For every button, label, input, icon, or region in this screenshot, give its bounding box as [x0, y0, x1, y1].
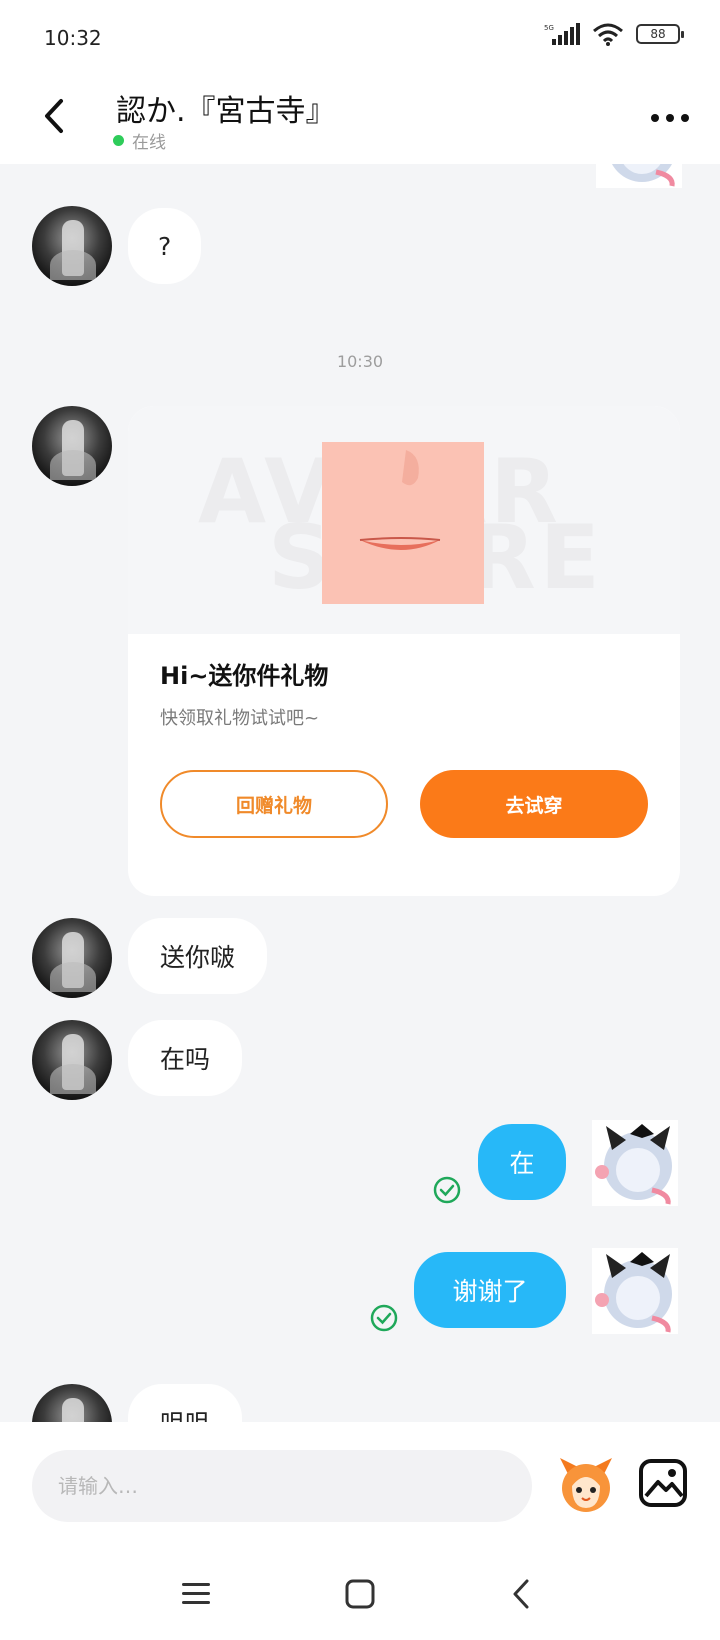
avatar-other[interactable] [32, 206, 112, 286]
battery-icon: 88 [636, 24, 684, 44]
message-bubble[interactable]: 在吗 [128, 1020, 243, 1096]
return-gift-button[interactable]: 回赠礼物 [160, 770, 388, 838]
cat-avatar-icon [595, 1124, 672, 1205]
gift-item-image [322, 442, 484, 604]
avatar-self[interactable] [592, 1248, 678, 1334]
status-time: 10:32 [44, 26, 102, 50]
try-on-button[interactable]: 去试穿 [420, 770, 648, 838]
status-bar: 10:32 5G 88 [0, 0, 720, 72]
more-button[interactable] [644, 98, 696, 138]
more-icon [651, 114, 659, 122]
back-icon [45, 99, 63, 133]
wifi-icon [593, 23, 623, 46]
read-check-icon [370, 1304, 398, 1332]
status-icons: 5G 88 [544, 22, 684, 46]
input-bar [0, 1422, 720, 1548]
cat-avatar-icon [612, 164, 675, 187]
menu-nav-button[interactable] [172, 1570, 220, 1618]
gift-banner: AV AR S RE [128, 406, 680, 634]
image-icon [639, 1459, 687, 1507]
message-bubble-self[interactable]: 谢谢了 [414, 1252, 566, 1328]
menu-icon [182, 1583, 210, 1604]
gift-subtitle: 快领取礼物试试吧~ [160, 708, 320, 729]
image-button[interactable] [636, 1456, 690, 1510]
presence-status: 在线 [113, 128, 166, 153]
home-nav-button[interactable] [336, 1570, 384, 1618]
cat-avatar-icon [595, 1252, 672, 1333]
back-nav-icon [513, 1579, 529, 1609]
avatar-other[interactable] [32, 1384, 112, 1422]
avatar-other[interactable] [32, 918, 112, 998]
battery-level: 88 [650, 27, 666, 41]
emoji-icon [560, 1458, 612, 1512]
back-nav-button[interactable] [498, 1570, 546, 1618]
navigation-bar [0, 1548, 720, 1640]
chat-header: 認か.『宮古寺』 在线 [0, 72, 720, 164]
emoji-button[interactable] [554, 1452, 618, 1516]
message-input[interactable] [32, 1450, 532, 1522]
avatar-self[interactable] [596, 164, 682, 188]
presence-text: 在线 [132, 133, 166, 153]
message-bubble[interactable]: 咀咀 [128, 1384, 243, 1422]
online-dot [113, 135, 124, 146]
back-button[interactable] [30, 92, 78, 140]
avatar-other[interactable] [32, 406, 112, 486]
chat-title: 認か.『宮古寺』 [116, 94, 336, 129]
message-timestamp: 10:30 [336, 352, 384, 371]
avatar-self[interactable] [592, 1120, 678, 1206]
message-bubble[interactable]: ? [128, 208, 202, 284]
message-bubble[interactable]: 送你啵 [128, 918, 268, 994]
gift-card[interactable]: AV AR S RE Hi~送你件礼物 快领取礼物试试吧~ 回赠礼物 去试穿 [128, 406, 680, 896]
network-label: 5G [544, 24, 554, 32]
gift-title: Hi~送你件礼物 [160, 662, 329, 690]
avatar-other[interactable] [32, 1020, 112, 1100]
message-bubble-self[interactable]: 在 [478, 1124, 566, 1200]
home-icon [345, 1579, 375, 1609]
signal-icon: 5G [544, 23, 580, 45]
chat-area[interactable]: ? 10:30 AV AR S RE Hi~送你件礼物 快领取礼物试试吧~ 回赠… [0, 164, 720, 1422]
lips-icon [359, 450, 441, 550]
read-check-icon [433, 1176, 461, 1204]
